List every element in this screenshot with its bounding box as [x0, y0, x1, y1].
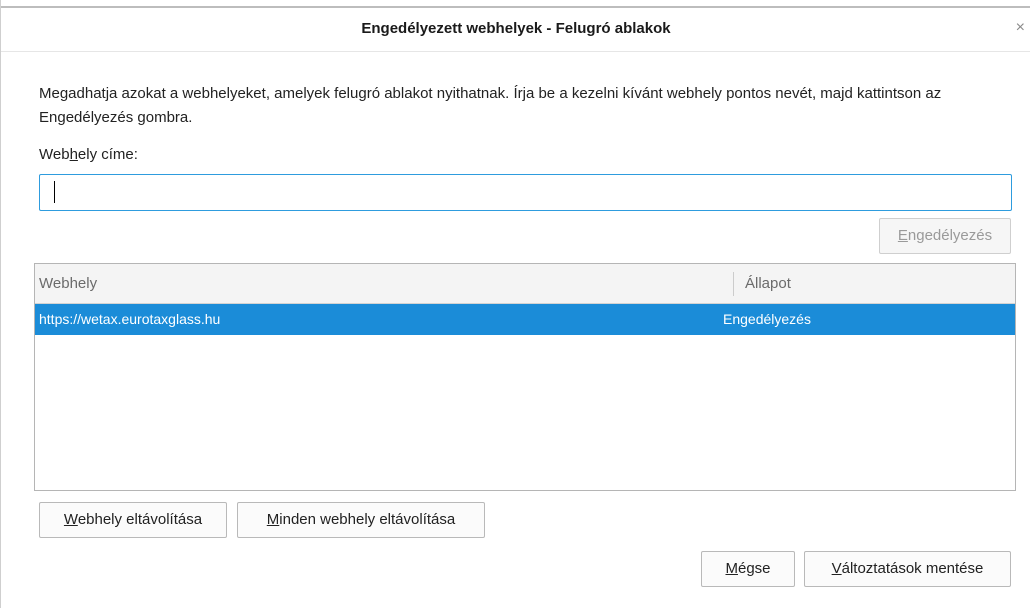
sites-table: Webhely Állapot https://wetax.eurotaxgla… — [34, 263, 1016, 491]
permissions-dialog: Engedélyezett webhelyek - Felugró ablako… — [0, 0, 1030, 608]
remove-site-button[interactable]: Webhely eltávolítása — [39, 502, 227, 538]
cancel-button-accel: M — [725, 560, 738, 577]
address-label-part: ely címe: — [77, 146, 138, 163]
row-status: Engedélyezés — [723, 311, 811, 327]
address-label-accel: h — [69, 146, 78, 163]
column-header-site[interactable]: Webhely — [39, 275, 97, 292]
dialog-description: Megadhatja azokat a webhelyeket, amelyek… — [39, 85, 942, 126]
remove-all-button-accel: M — [266, 511, 280, 528]
remove-button-label: ebhely eltávolítása — [77, 511, 203, 528]
allow-button-accel: E — [897, 227, 908, 244]
save-button-label: áltoztatások mentése — [841, 560, 984, 577]
save-changes-button[interactable]: Változtatások mentése — [804, 551, 1011, 587]
cancel-button[interactable]: Mégse — [701, 551, 795, 587]
save-button-accel: V — [831, 560, 842, 577]
cancel-button-label: égse — [737, 560, 771, 577]
text-caret — [54, 181, 55, 203]
title-bar: Engedélyezett webhelyek - Felugró ablako… — [1, 6, 1030, 52]
row-site: https://wetax.eurotaxglass.hu — [39, 311, 221, 327]
remove-button-accel: W — [63, 511, 78, 528]
allow-button[interactable]: Engedélyezés — [879, 218, 1011, 254]
address-field-label: Webhely címe: — [39, 146, 138, 163]
allow-button-label: ngedélyezés — [907, 227, 993, 244]
column-header-status[interactable]: Állapot — [745, 275, 791, 292]
dialog-title: Engedélyezett webhelyek - Felugró ablako… — [361, 20, 671, 37]
address-input[interactable] — [39, 174, 1012, 211]
remove-all-button-label: inden webhely eltávolítása — [279, 511, 456, 528]
address-label-part: Web — [39, 146, 70, 163]
column-separator[interactable] — [733, 272, 734, 296]
table-row[interactable]: https://wetax.eurotaxglass.hu Engedélyez… — [35, 304, 1015, 335]
close-icon[interactable]: × — [1016, 19, 1025, 37]
remove-all-sites-button[interactable]: Minden webhely eltávolítása — [237, 502, 485, 538]
table-header: Webhely Állapot — [35, 264, 1015, 304]
